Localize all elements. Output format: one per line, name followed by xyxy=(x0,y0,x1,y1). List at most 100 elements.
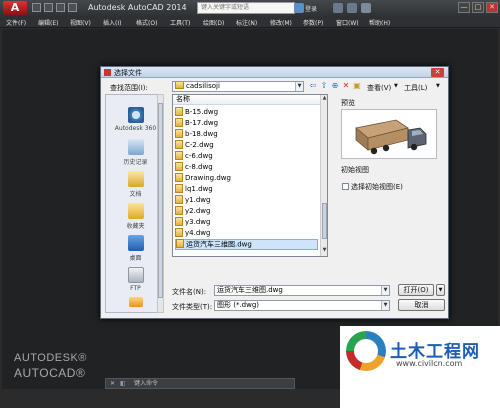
menu-help[interactable]: 帮助(H) xyxy=(369,18,390,27)
view-menu[interactable]: 查看(V) xyxy=(367,83,391,93)
chevron-down-icon[interactable]: ▼ xyxy=(381,301,389,310)
cart-icon[interactable] xyxy=(333,3,343,13)
new-icon[interactable] xyxy=(32,3,41,12)
up-folder-icon[interactable]: ⇧ xyxy=(319,81,329,91)
file-list-scrollbar[interactable]: ▲ ▼ xyxy=(320,95,327,256)
open-icon[interactable] xyxy=(44,3,53,12)
login-link[interactable]: 登录 xyxy=(305,4,317,13)
tools-menu[interactable]: 工具(L) xyxy=(404,83,427,93)
back-icon[interactable]: ⇦ xyxy=(308,81,318,91)
menu-draw[interactable]: 绘图(D) xyxy=(203,18,224,27)
chevron-down-icon[interactable]: ▼ xyxy=(295,82,303,91)
dialog-title: 选择文件 xyxy=(114,69,142,77)
command-customize-icon[interactable]: ◧ xyxy=(120,379,126,388)
file-list[interactable]: 名称 B-15.dwg B-17.dwg b-18.dwg C-2.dwg c-… xyxy=(172,94,328,257)
filetype-value: 图形 (*.dwg) xyxy=(217,301,260,309)
menu-window[interactable]: 窗口(W) xyxy=(336,18,359,27)
exchange-icon[interactable] xyxy=(347,3,357,13)
filename-input[interactable]: 运货汽车三维图.dwg ▼ xyxy=(214,285,390,296)
open-button[interactable]: 打开(O) xyxy=(398,284,434,296)
file-row[interactable]: lq1.dwg xyxy=(175,183,318,195)
file-row[interactable]: y4.dwg xyxy=(175,227,318,239)
menu-tools[interactable]: 工具(T) xyxy=(170,18,190,27)
maximize-button[interactable]: □ xyxy=(472,2,484,13)
file-row[interactable]: y2.dwg xyxy=(175,205,318,217)
dwg-file-icon xyxy=(175,183,183,193)
scroll-down-icon[interactable]: ▼ xyxy=(321,247,327,255)
lookin-dropdown[interactable]: cadsilisoji ▼ xyxy=(172,81,304,92)
menu-file[interactable]: 文件(F) xyxy=(6,18,26,27)
file-name: c-6.dwg xyxy=(185,152,213,160)
documents-icon xyxy=(127,171,144,187)
command-input[interactable]: 键入命令 xyxy=(134,379,158,388)
tools-dropdown-icon[interactable]: ▼ xyxy=(436,83,440,89)
help-icon[interactable] xyxy=(361,3,371,13)
menu-dimension[interactable]: 标注(N) xyxy=(236,18,257,27)
initial-view-checkbox-label[interactable]: 选择初始视图(E) xyxy=(351,182,403,192)
file-row-selected[interactable]: 运货汽车三维图.dwg xyxy=(175,239,318,250)
dwg-file-icon xyxy=(175,194,183,204)
places-scrollbar[interactable] xyxy=(157,94,164,313)
dialog-close-button[interactable]: ✕ xyxy=(431,68,444,77)
filename-value: 运货汽车三维图.dwg xyxy=(217,286,283,294)
dwg-file-icon xyxy=(175,227,183,237)
search-input[interactable]: 键入关键字或短语 xyxy=(197,2,295,14)
scroll-thumb[interactable] xyxy=(158,103,163,298)
file-row[interactable]: B-17.dwg xyxy=(175,117,318,129)
preview-box xyxy=(341,109,437,159)
file-row[interactable]: C-2.dwg xyxy=(175,139,318,151)
dwg-file-icon xyxy=(175,139,183,149)
file-row[interactable]: B-15.dwg xyxy=(175,106,318,118)
file-row[interactable]: b-18.dwg xyxy=(175,128,318,140)
menu-insert[interactable]: 插入(I) xyxy=(103,18,121,27)
delete-icon[interactable]: ✕ xyxy=(341,81,351,91)
minimize-button[interactable]: — xyxy=(458,2,470,13)
command-close-icon[interactable]: ✕ xyxy=(110,379,115,388)
undo-icon[interactable] xyxy=(68,3,77,12)
search-icon[interactable] xyxy=(294,3,304,13)
search-web-icon[interactable]: ⊕ xyxy=(330,81,340,91)
menu-edit[interactable]: 编辑(E) xyxy=(38,18,58,27)
chevron-down-icon[interactable]: ▼ xyxy=(381,286,389,295)
autocad-logo[interactable]: A xyxy=(3,1,27,15)
app-titlebar: A Autodesk AutoCAD 2014 键入关键字或短语 登录 — □ … xyxy=(0,0,500,16)
file-row[interactable]: Drawing.dwg xyxy=(175,172,318,184)
buzzsaw-icon xyxy=(128,297,143,307)
filetype-label: 文件类型(T): xyxy=(172,303,213,311)
open-options-button[interactable]: ▼ xyxy=(436,284,445,296)
history-icon xyxy=(127,139,144,155)
save-icon[interactable] xyxy=(56,3,65,12)
dialog-titlebar[interactable]: 选择文件 ✕ xyxy=(101,67,448,78)
dwg-file-icon xyxy=(175,106,183,116)
file-row[interactable]: c-8.dwg xyxy=(175,161,318,173)
cancel-button[interactable]: 取消 xyxy=(398,299,445,311)
initial-view-checkbox[interactable] xyxy=(342,183,349,190)
command-line[interactable]: ✕ ◧ 键入命令 xyxy=(105,378,295,389)
column-header-name[interactable]: 名称 xyxy=(173,95,321,105)
scroll-thumb[interactable] xyxy=(322,203,327,239)
scroll-up-icon[interactable]: ▲ xyxy=(321,95,327,103)
filetype-dropdown[interactable]: 图形 (*.dwg) ▼ xyxy=(214,300,390,311)
autodesk-brand-line2: AUTOCAD® xyxy=(14,366,86,380)
menu-view[interactable]: 视图(V) xyxy=(70,18,91,27)
file-row[interactable]: y3.dwg xyxy=(175,216,318,228)
close-button[interactable]: ✕ xyxy=(486,2,498,13)
file-name: y4.dwg xyxy=(185,229,211,237)
file-name: y1.dwg xyxy=(185,196,211,204)
cloud-icon xyxy=(127,107,144,123)
new-folder-icon[interactable]: ▣ xyxy=(352,81,362,91)
menu-bar: 文件(F) 编辑(E) 视图(V) 插入(I) 格式(O) 工具(T) 绘图(D… xyxy=(0,16,500,28)
view-dropdown-icon[interactable]: ▼ xyxy=(394,83,398,89)
desktop-icon xyxy=(127,235,144,251)
file-name: lq1.dwg xyxy=(185,185,213,193)
menu-parametric[interactable]: 参数(P) xyxy=(303,18,323,27)
file-name: B-17.dwg xyxy=(185,119,219,127)
menu-modify[interactable]: 修改(M) xyxy=(270,18,292,27)
file-name: C-2.dwg xyxy=(185,141,214,149)
file-row[interactable]: y1.dwg xyxy=(175,194,318,206)
file-row[interactable]: c-6.dwg xyxy=(175,150,318,162)
dwg-file-icon xyxy=(175,216,183,226)
menu-format[interactable]: 格式(O) xyxy=(136,18,157,27)
lookin-label: 查找范围(I): xyxy=(110,84,148,92)
civilcn-logo-icon xyxy=(346,331,386,371)
